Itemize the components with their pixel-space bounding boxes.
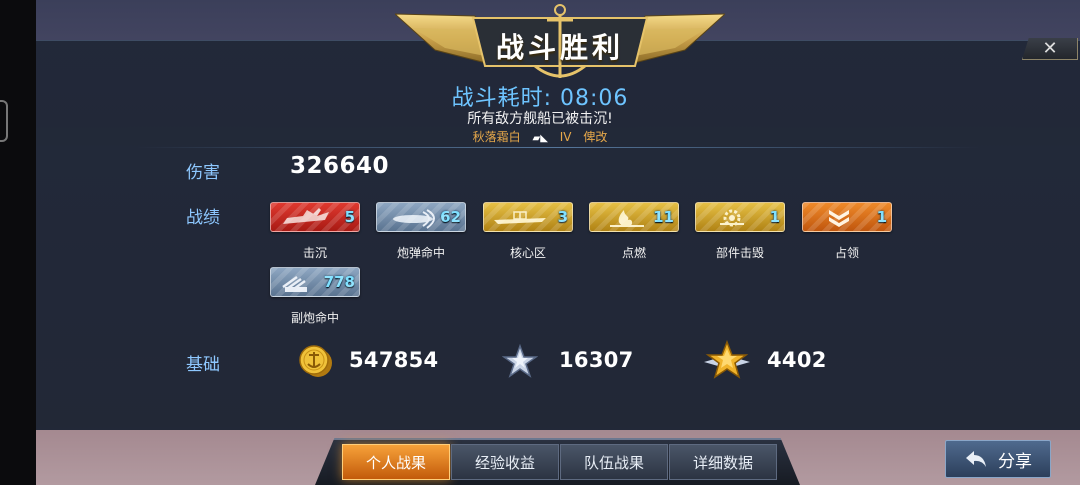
share-arrow-icon (966, 451, 986, 467)
ship-tier: IV (559, 130, 572, 144)
fire-icon (610, 210, 644, 227)
tab-experience-rewards[interactable]: 经验收益 (451, 444, 559, 480)
ship-class-icon: ▰◣ (532, 133, 548, 144)
medal-citadel[interactable]: 3 (483, 202, 573, 232)
medal-count: 778 (323, 273, 355, 291)
damage-value: 326640 (290, 153, 390, 179)
medal-module-destroyed[interactable]: 1 (695, 202, 785, 232)
medal-fire[interactable]: 11 (589, 202, 679, 232)
medal-label: 击沉 (302, 246, 327, 260)
ship-type: 俾改 (583, 130, 608, 144)
tab-personal-results[interactable]: 个人战果 (342, 444, 450, 480)
credits-value: 547854 (349, 348, 439, 372)
damage-label: 伤害 (186, 163, 220, 183)
medal-count: 1 (876, 208, 887, 226)
capture-icon (829, 210, 849, 227)
experience-value: 16307 (559, 348, 634, 372)
medal-label: 点燃 (621, 246, 646, 260)
medal-label: 核心区 (509, 246, 546, 260)
shell-hit-icon (393, 209, 435, 229)
medal-label: 副炮命中 (290, 311, 339, 325)
medal-count: 11 (653, 208, 674, 226)
victory-banner: 战斗胜利 (393, 4, 727, 82)
medal-sunk[interactable]: 5 (270, 202, 360, 232)
medal-count: 62 (440, 208, 461, 226)
ship-info: 秋落霜白 ▰◣ IV 俾改 (0, 128, 1080, 145)
tab-team-results[interactable]: 队伍战果 (560, 444, 668, 480)
module-destroyed-icon (720, 209, 744, 227)
close-button[interactable]: ✕ (1022, 38, 1078, 60)
tab-detailed-data[interactable]: 详细数据 (669, 444, 777, 480)
medal-capture[interactable]: 1 (802, 202, 892, 232)
secondary-hit-icon (282, 275, 307, 293)
share-button[interactable]: 分享 (945, 440, 1051, 478)
screen-bezel (0, 0, 36, 485)
credits-coin-icon (299, 345, 332, 377)
medal-shell-hits[interactable]: 62 (376, 202, 466, 232)
medal-count: 3 (557, 208, 568, 226)
battle-result-message: 所有敌方舰船已被击沉! (467, 111, 613, 127)
medal-secondary-hits[interactable]: 778 (270, 267, 360, 297)
close-icon: ✕ (1042, 37, 1058, 59)
ship-name: 秋落霜白 (472, 130, 521, 144)
medal-label: 占领 (834, 246, 859, 260)
base-label: 基础 (186, 355, 220, 375)
share-label: 分享 (998, 451, 1032, 472)
panel-divider (136, 147, 980, 148)
commander-exp-star-icon (704, 340, 750, 379)
victory-title: 战斗胜利 (495, 31, 624, 64)
medal-count: 5 (344, 208, 355, 226)
medal-label: 部件击毁 (715, 246, 764, 260)
medal-count: 1 (769, 208, 780, 226)
achievements-label: 战绩 (186, 208, 220, 228)
medal-label: 炮弹命中 (396, 246, 445, 260)
commander-exp-value: 4402 (767, 348, 827, 372)
experience-star-icon (502, 344, 538, 378)
sunk-ship-icon (283, 208, 329, 224)
citadel-icon (494, 211, 546, 224)
